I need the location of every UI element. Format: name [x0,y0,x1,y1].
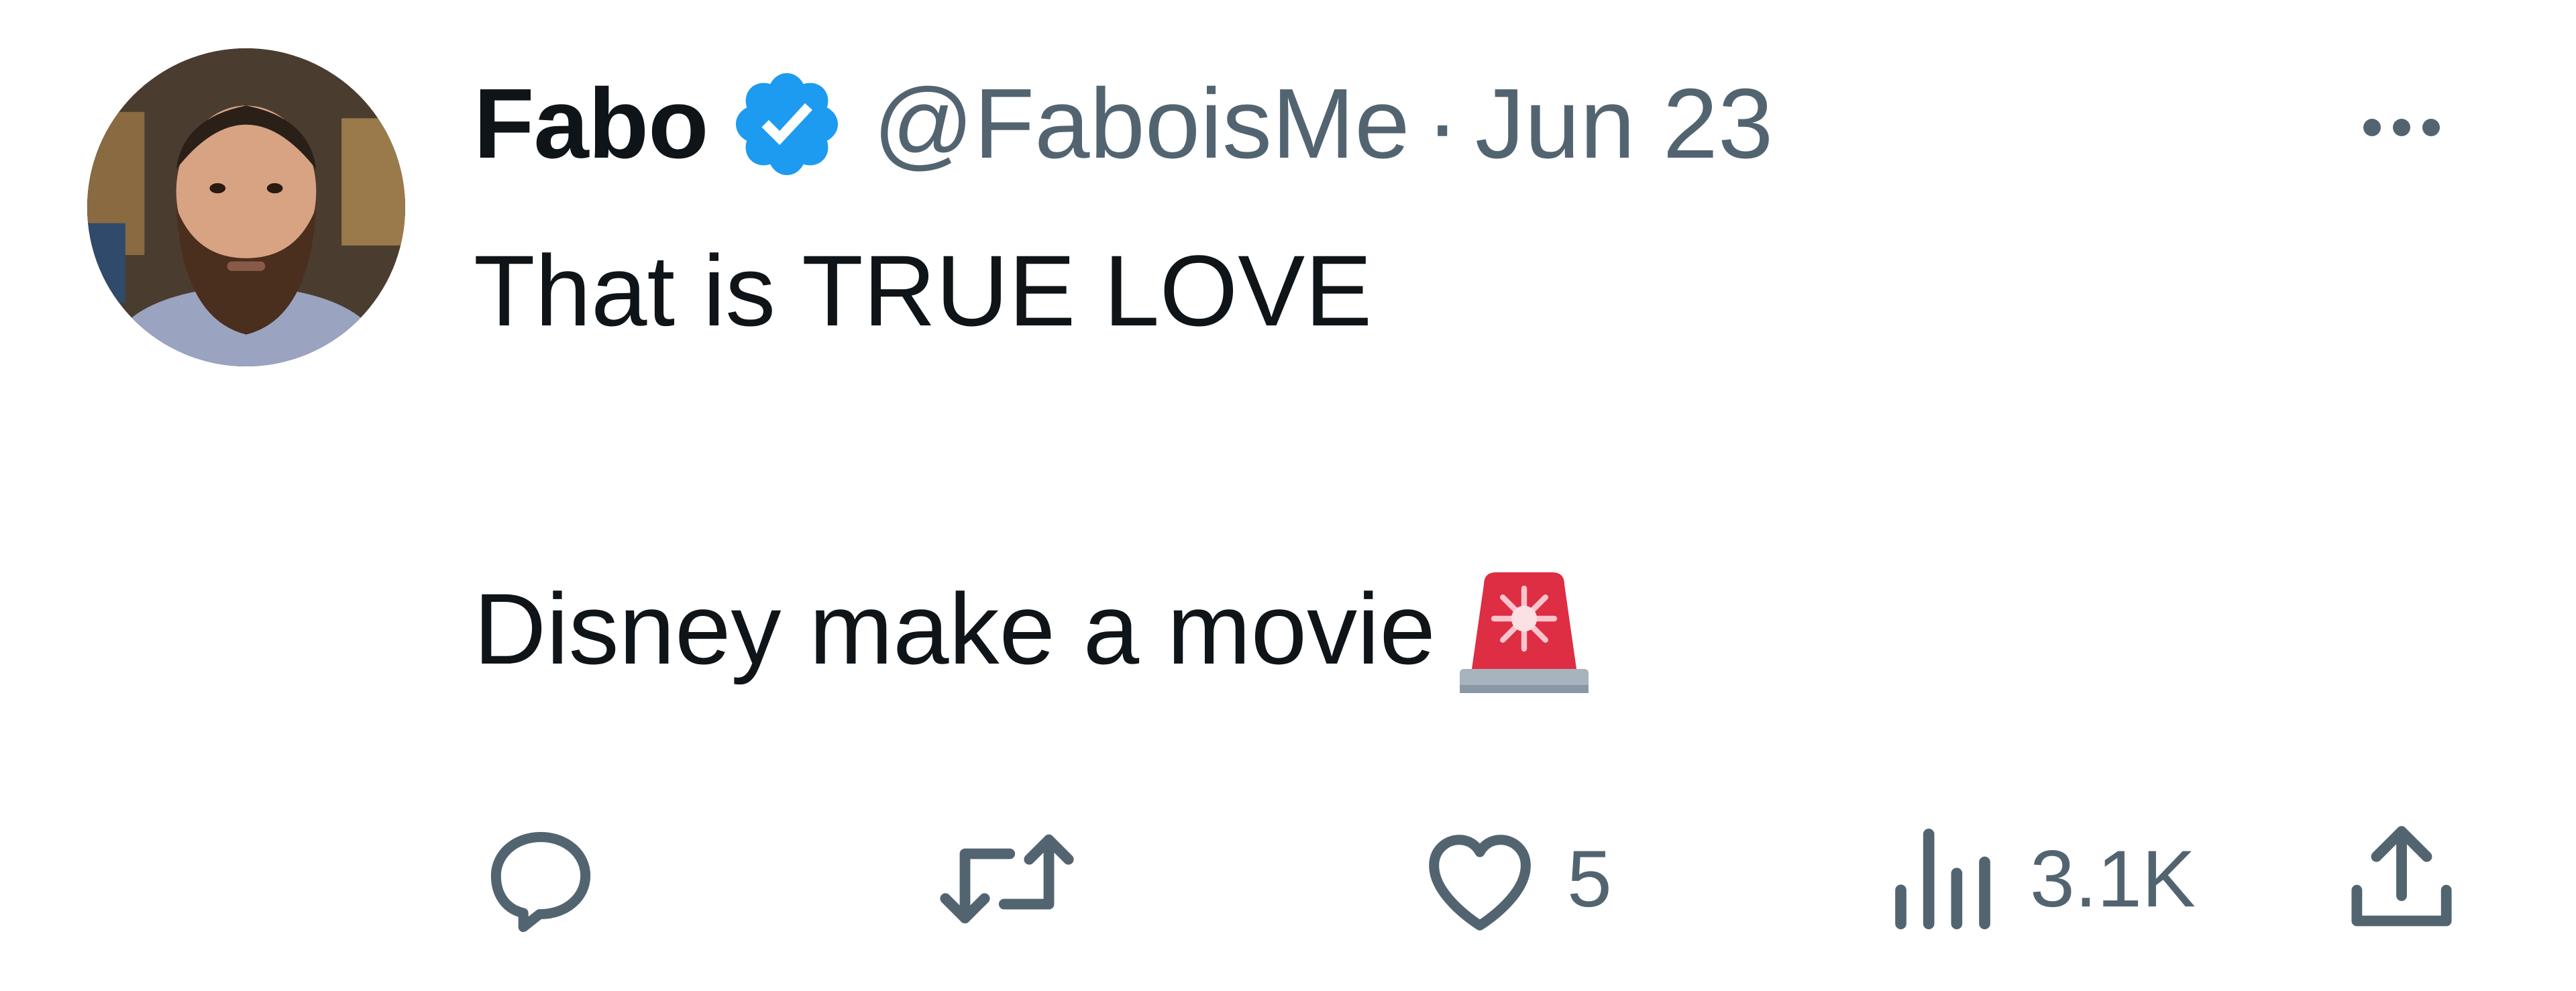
tweet-actions: 5 3.1K [474,812,2486,946]
share-button[interactable] [2334,812,2469,946]
tweet-text-line-2: Disney make a movie [474,551,2486,693]
avatar[interactable] [87,48,405,366]
police-car-light-icon [1452,551,1597,698]
views-button[interactable]: 3.1K [1876,812,2196,946]
tweet-date[interactable]: Jun 23 [1475,67,1773,181]
tweet-text-line: That is TRUE LOVE [474,234,1373,347]
more-options-button[interactable] [2334,94,2469,161]
like-button[interactable]: 5 [1413,812,1612,946]
user-handle[interactable]: @FaboisMe [873,67,1410,181]
tweet-text-gap [474,350,2486,551]
heart-icon [1429,835,1531,931]
verified-badge-icon[interactable] [727,64,847,184]
reply-icon [490,832,591,933]
display-name[interactable]: Fabo [474,67,709,181]
tweet-header: Fabo @FaboisMe · Jun 23 [474,64,1773,185]
tweet-text: That is TRUE LOVE Disney make a movie [474,231,2486,693]
views-chart-icon [1895,829,1990,929]
like-count: 5 [1567,834,1612,924]
reply-button[interactable] [474,812,628,946]
more-dots-icon [2363,119,2381,136]
more-dot [2422,119,2440,136]
views-count: 3.1K [2030,834,2196,924]
share-icon [2351,826,2452,927]
separator-dot: · [1426,68,1459,179]
more-dot [2393,119,2410,136]
tweet[interactable]: Fabo @FaboisMe · Jun 23 That is TRUE LOV… [0,0,2576,991]
retweet-icon [940,834,1074,924]
retweet-button[interactable] [930,812,1104,946]
tweet-text-line-content: Disney make a movie [474,572,1436,685]
